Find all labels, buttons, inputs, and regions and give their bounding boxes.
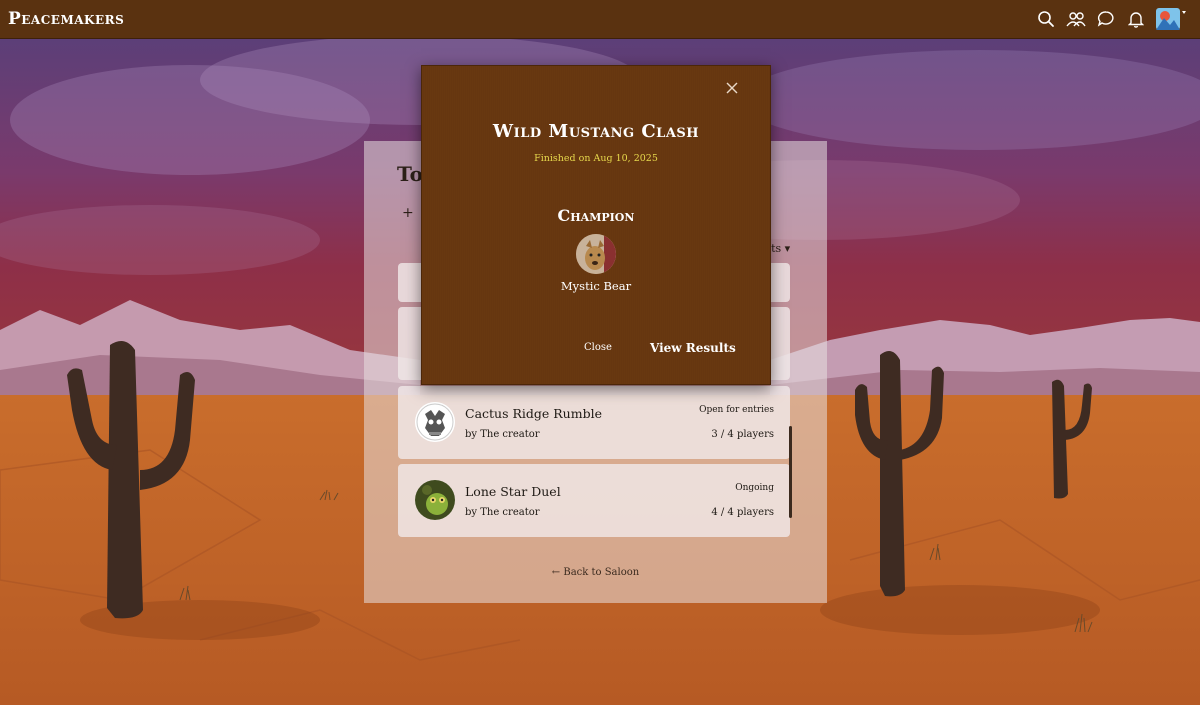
back-to-saloon-link[interactable]: ← Back to Saloon — [364, 567, 827, 578]
bell-icon[interactable] — [1126, 9, 1146, 29]
tournament-avatar — [415, 480, 455, 520]
tournament-creator: by The creator — [465, 507, 540, 518]
list-scrollbar[interactable] — [789, 426, 792, 518]
tournament-result-modal: Wild Mustang Clash Finished on Aug 10, 2… — [421, 65, 771, 385]
close-button[interactable]: Close — [584, 342, 612, 353]
champion-heading: Champion — [557, 206, 635, 225]
tournament-avatar — [415, 402, 455, 442]
search-icon[interactable] — [1036, 9, 1056, 29]
new-tournament-button[interactable]: + — [402, 205, 414, 221]
header-actions — [1036, 8, 1192, 30]
champion-name: Mystic Bear — [560, 279, 632, 293]
close-icon[interactable] — [724, 80, 740, 96]
brand-logo[interactable]: Peacemakers — [8, 9, 124, 29]
tournament-name: Lone Star Duel — [465, 484, 561, 499]
modal-title: Wild Mustang Clash — [492, 121, 700, 142]
tournament-creator: by The creator — [465, 429, 540, 440]
tournament-status: Ongoing — [735, 483, 774, 493]
view-results-button[interactable]: View Results — [650, 341, 736, 355]
tournament-card[interactable]: Cactus Ridge Rumble by The creator Open … — [398, 386, 790, 459]
panel-title: To — [397, 162, 423, 186]
tournament-players: 4 / 4 players — [711, 507, 774, 518]
finished-date: Finished on Aug 10, 2025 — [534, 153, 658, 164]
friends-icon[interactable] — [1066, 9, 1086, 29]
chat-icon[interactable] — [1096, 9, 1116, 29]
tournament-card[interactable]: Lone Star Duel by The creator Ongoing 4 … — [398, 464, 790, 537]
tournament-players: 3 / 4 players — [711, 429, 774, 440]
profile-avatar[interactable] — [1156, 8, 1186, 30]
tournament-status: Open for entries — [699, 405, 774, 415]
champion-avatar — [576, 234, 616, 274]
tournament-name: Cactus Ridge Rumble — [465, 406, 602, 421]
top-navbar: Peacemakers — [0, 0, 1200, 39]
